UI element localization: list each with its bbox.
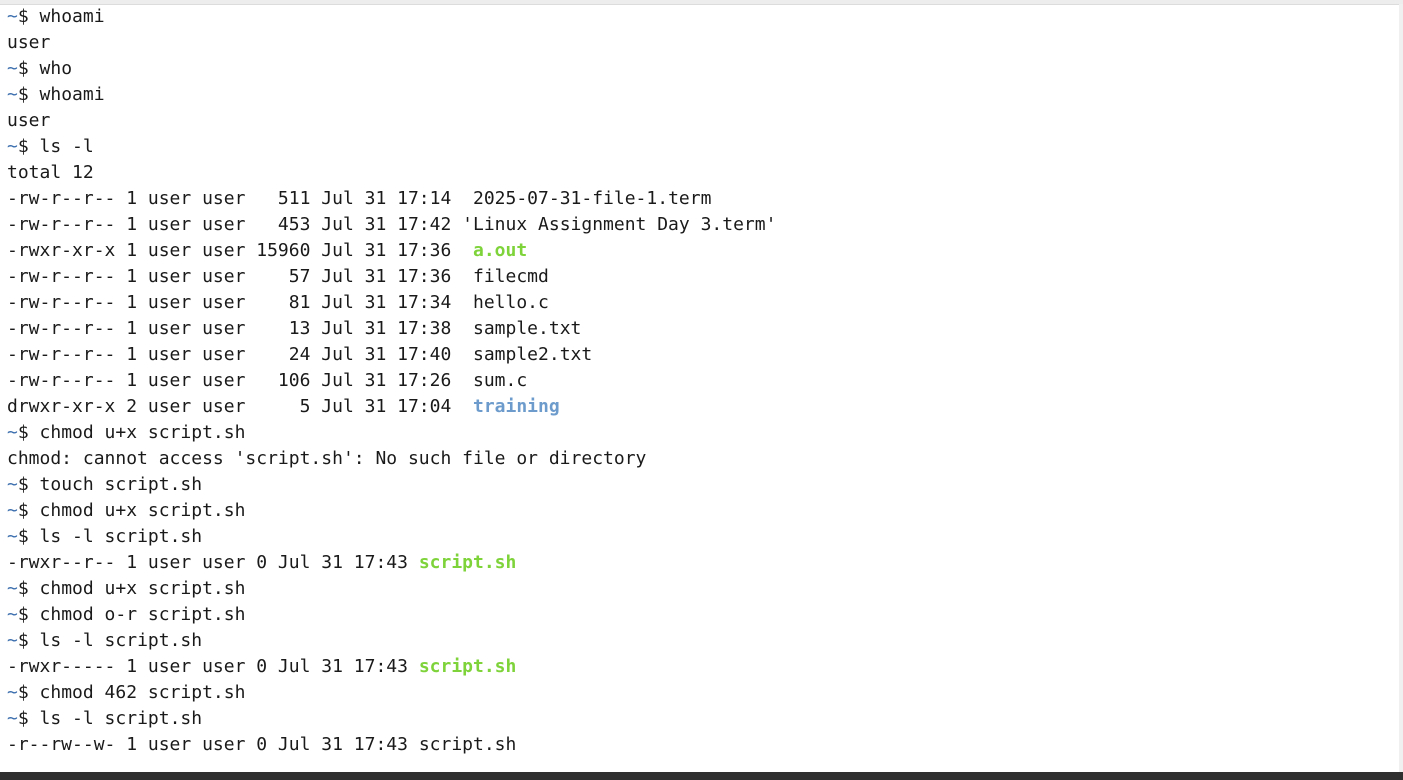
prompt-dollar: $ bbox=[17, 58, 40, 79]
prompt-dollar: $ bbox=[17, 500, 40, 521]
command-line: ~$ whoami bbox=[7, 4, 1397, 30]
listing-details: -rw-r--r-- 1 user user 106 Jul 31 17:26 bbox=[7, 370, 473, 391]
prompt-tilde: ~ bbox=[7, 474, 18, 495]
prompt-dollar: $ bbox=[17, 604, 40, 625]
file-name: script.sh bbox=[418, 734, 517, 755]
listing-row: -rwxr-xr-x 1 user user 15960 Jul 31 17:3… bbox=[7, 238, 1397, 264]
command-line: ~$ chmod 462 script.sh bbox=[7, 680, 1397, 706]
command-text: chmod u+x script.sh bbox=[39, 422, 246, 443]
terminal-output[interactable]: ~$ whoami user ~$ who ~$ whoami user ~$ ls -l… bbox=[7, 4, 1397, 770]
output-text: user bbox=[7, 110, 51, 131]
command-line: ~$ whoami bbox=[7, 82, 1397, 108]
prompt-tilde: ~ bbox=[7, 6, 18, 27]
prompt-tilde: ~ bbox=[7, 526, 18, 547]
listing-row: -rw-r--r-- 1 user user 13 Jul 31 17:38 s… bbox=[7, 316, 1397, 342]
file-name: 'Linux Assignment Day 3.term' bbox=[462, 214, 777, 235]
listing-details: -rw-r--r-- 1 user user 453 Jul 31 17:42 bbox=[7, 214, 463, 235]
listing-row: -rwxr--r-- 1 user user 0 Jul 31 17:43 sc… bbox=[7, 550, 1397, 576]
prompt-tilde: ~ bbox=[7, 708, 18, 729]
directory-name: training bbox=[473, 396, 560, 417]
listing-row: -rw-r--r-- 1 user user 24 Jul 31 17:40 s… bbox=[7, 342, 1397, 368]
listing-details: -rwxr--r-- 1 user user 0 Jul 31 17:43 bbox=[7, 552, 419, 573]
scrollbar-track[interactable] bbox=[1399, 4, 1403, 772]
listing-row: drwxr-xr-x 2 user user 5 Jul 31 17:04 tr… bbox=[7, 394, 1397, 420]
command-line: ~$ ls -l script.sh bbox=[7, 706, 1397, 732]
command-text: chmod u+x script.sh bbox=[39, 578, 246, 599]
prompt-dollar: $ bbox=[17, 682, 40, 703]
prompt-tilde: ~ bbox=[7, 682, 18, 703]
command-text: ls -l script.sh bbox=[39, 526, 203, 547]
executable-name: a.out bbox=[473, 240, 528, 261]
file-name: sample2.txt bbox=[473, 344, 593, 365]
file-name: 2025-07-31-file-1.term bbox=[473, 188, 712, 209]
output-text: total 12 bbox=[7, 162, 94, 183]
prompt-dollar: $ bbox=[17, 84, 40, 105]
command-line: ~$ chmod u+x script.sh bbox=[7, 420, 1397, 446]
prompt-tilde: ~ bbox=[7, 422, 18, 443]
command-text: who bbox=[39, 58, 73, 79]
listing-row: -rw-r--r-- 1 user user 453 Jul 31 17:42 … bbox=[7, 212, 1397, 238]
command-line: ~$ chmod u+x script.sh bbox=[7, 576, 1397, 602]
prompt-tilde: ~ bbox=[7, 578, 18, 599]
command-line: ~$ chmod o-r script.sh bbox=[7, 602, 1397, 628]
listing-details: -rwxr----- 1 user user 0 Jul 31 17:43 bbox=[7, 656, 419, 677]
file-name: hello.c bbox=[473, 292, 549, 313]
prompt-tilde: ~ bbox=[7, 500, 18, 521]
listing-details: -rw-r--r-- 1 user user 81 Jul 31 17:34 bbox=[7, 292, 473, 313]
file-name: filecmd bbox=[473, 266, 549, 287]
command-text: chmod o-r script.sh bbox=[39, 604, 246, 625]
command-text: whoami bbox=[39, 84, 105, 105]
file-name: sum.c bbox=[473, 370, 528, 391]
listing-details: -r--rw--w- 1 user user 0 Jul 31 17:43 bbox=[7, 734, 419, 755]
taskbar-edge bbox=[0, 772, 1403, 780]
command-line: ~$ ls -l bbox=[7, 134, 1397, 160]
command-text: ls -l script.sh bbox=[39, 708, 203, 729]
prompt-dollar: $ bbox=[17, 526, 40, 547]
command-line: ~$ ls -l script.sh bbox=[7, 628, 1397, 654]
listing-details: -rwxr-xr-x 1 user user 15960 Jul 31 17:3… bbox=[7, 240, 473, 261]
command-text: ls -l script.sh bbox=[39, 630, 203, 651]
listing-row: -rw-r--r-- 1 user user 511 Jul 31 17:14 … bbox=[7, 186, 1397, 212]
file-name: sample.txt bbox=[473, 318, 582, 339]
executable-name: script.sh bbox=[418, 552, 517, 573]
output-line: user bbox=[7, 30, 1397, 56]
output-line: chmod: cannot access 'script.sh': No suc… bbox=[7, 446, 1397, 472]
output-text: chmod: cannot access 'script.sh': No suc… bbox=[7, 448, 647, 469]
command-text: touch script.sh bbox=[39, 474, 203, 495]
command-text: whoami bbox=[39, 6, 105, 27]
listing-row: -rw-r--r-- 1 user user 106 Jul 31 17:26 … bbox=[7, 368, 1397, 394]
prompt-dollar: $ bbox=[17, 136, 40, 157]
output-line: total 12 bbox=[7, 160, 1397, 186]
command-text: chmod u+x script.sh bbox=[39, 500, 246, 521]
command-line: ~$ touch script.sh bbox=[7, 472, 1397, 498]
command-line: ~$ who bbox=[7, 56, 1397, 82]
command-text: ls -l bbox=[39, 136, 94, 157]
prompt-dollar: $ bbox=[17, 474, 40, 495]
listing-details: drwxr-xr-x 2 user user 5 Jul 31 17:04 bbox=[7, 396, 473, 417]
prompt-dollar: $ bbox=[17, 708, 40, 729]
prompt-tilde: ~ bbox=[7, 630, 18, 651]
listing-row: -rw-r--r-- 1 user user 81 Jul 31 17:34 h… bbox=[7, 290, 1397, 316]
prompt-dollar: $ bbox=[17, 578, 40, 599]
listing-details: -rw-r--r-- 1 user user 13 Jul 31 17:38 bbox=[7, 318, 473, 339]
listing-details: -rw-r--r-- 1 user user 57 Jul 31 17:36 bbox=[7, 266, 473, 287]
prompt-dollar: $ bbox=[17, 422, 40, 443]
prompt-tilde: ~ bbox=[7, 58, 18, 79]
listing-details: -rw-r--r-- 1 user user 511 Jul 31 17:14 bbox=[7, 188, 473, 209]
listing-details: -rw-r--r-- 1 user user 24 Jul 31 17:40 bbox=[7, 344, 473, 365]
prompt-tilde: ~ bbox=[7, 84, 18, 105]
prompt-dollar: $ bbox=[17, 6, 40, 27]
prompt-dollar: $ bbox=[17, 630, 40, 651]
executable-name: script.sh bbox=[418, 656, 517, 677]
listing-row: -rw-r--r-- 1 user user 57 Jul 31 17:36 f… bbox=[7, 264, 1397, 290]
output-line: user bbox=[7, 108, 1397, 134]
prompt-tilde: ~ bbox=[7, 604, 18, 625]
prompt-tilde: ~ bbox=[7, 136, 18, 157]
output-text: user bbox=[7, 32, 51, 53]
command-line: ~$ chmod u+x script.sh bbox=[7, 498, 1397, 524]
listing-row: -rwxr----- 1 user user 0 Jul 31 17:43 sc… bbox=[7, 654, 1397, 680]
command-line: ~$ ls -l script.sh bbox=[7, 524, 1397, 550]
command-text: chmod 462 script.sh bbox=[39, 682, 246, 703]
listing-row: -r--rw--w- 1 user user 0 Jul 31 17:43 sc… bbox=[7, 732, 1397, 758]
